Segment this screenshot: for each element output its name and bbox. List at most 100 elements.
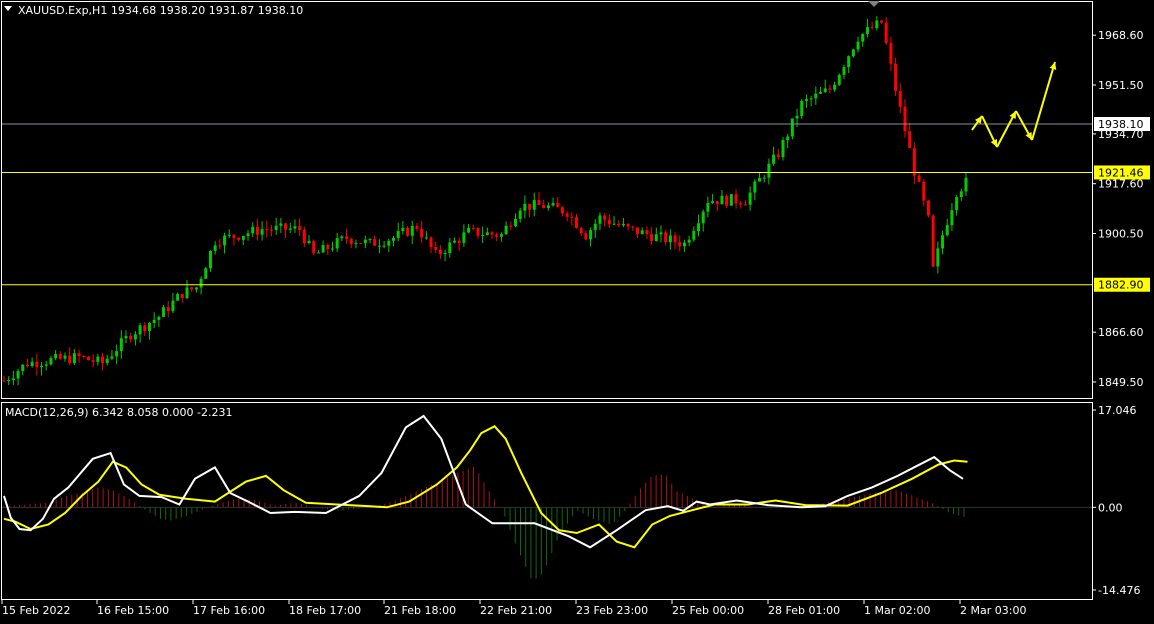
candle-body[interactable]	[743, 204, 747, 206]
candle-body[interactable]	[396, 231, 400, 238]
candle-body[interactable]	[598, 215, 602, 224]
candle-body[interactable]	[82, 356, 86, 358]
candle-body[interactable]	[326, 244, 330, 250]
candle-body[interactable]	[819, 92, 823, 94]
candle-body[interactable]	[795, 115, 799, 119]
candle-body[interactable]	[91, 360, 95, 362]
candle-body[interactable]	[556, 202, 560, 208]
candle-body[interactable]	[171, 300, 175, 312]
candle-body[interactable]	[2, 380, 6, 382]
candle-body[interactable]	[241, 236, 245, 240]
candle-body[interactable]	[715, 201, 719, 205]
candle-body[interactable]	[401, 227, 405, 232]
candle-body[interactable]	[204, 268, 208, 279]
candle-body[interactable]	[467, 227, 471, 233]
candle-body[interactable]	[626, 223, 630, 227]
candle-body[interactable]	[959, 191, 963, 198]
candle-body[interactable]	[809, 98, 813, 100]
candle-body[interactable]	[481, 235, 485, 237]
candle-body[interactable]	[180, 293, 184, 299]
candle-body[interactable]	[758, 178, 762, 182]
candle-body[interactable]	[63, 355, 67, 359]
candle-body[interactable]	[471, 227, 475, 229]
candle-body[interactable]	[640, 230, 644, 235]
candle-body[interactable]	[767, 163, 771, 178]
candle-body[interactable]	[138, 325, 142, 335]
candle-body[interactable]	[246, 233, 250, 237]
candle-body[interactable]	[697, 223, 701, 231]
candle-body[interactable]	[434, 247, 438, 250]
candle-body[interactable]	[391, 237, 395, 241]
candle-body[interactable]	[941, 235, 945, 249]
candle-body[interactable]	[748, 192, 752, 205]
candle-body[interactable]	[579, 228, 583, 234]
candle-body[interactable]	[682, 242, 686, 247]
candle-body[interactable]	[753, 181, 757, 193]
candle-body[interactable]	[40, 365, 44, 368]
candle-body[interactable]	[452, 240, 456, 243]
candle-body[interactable]	[584, 233, 588, 240]
candle-body[interactable]	[485, 232, 489, 236]
candle-body[interactable]	[678, 242, 682, 247]
candle-body[interactable]	[152, 319, 156, 323]
candle-body[interactable]	[298, 226, 302, 230]
candle-body[interactable]	[218, 245, 222, 247]
candle-body[interactable]	[21, 364, 25, 372]
candle-body[interactable]	[345, 236, 349, 239]
candle-body[interactable]	[237, 237, 241, 240]
candle-body[interactable]	[950, 210, 954, 226]
candle-body[interactable]	[293, 226, 297, 229]
candle-body[interactable]	[448, 242, 452, 254]
candle-body[interactable]	[166, 307, 170, 312]
candle-body[interactable]	[490, 232, 494, 235]
candle-body[interactable]	[865, 27, 869, 34]
candle-body[interactable]	[786, 136, 790, 141]
candle-body[interactable]	[199, 278, 203, 288]
candle-body[interactable]	[894, 63, 898, 92]
candle-body[interactable]	[842, 67, 846, 75]
candle-body[interactable]	[415, 225, 419, 229]
candle-body[interactable]	[884, 22, 888, 44]
candle-body[interactable]	[462, 232, 466, 243]
candle-body[interactable]	[701, 211, 705, 224]
candle-body[interactable]	[804, 99, 808, 101]
candle-body[interactable]	[725, 195, 729, 206]
candle-body[interactable]	[729, 194, 733, 206]
candle-body[interactable]	[354, 243, 358, 245]
candle-body[interactable]	[382, 245, 386, 247]
candle-body[interactable]	[964, 177, 968, 192]
candle-body[interactable]	[424, 237, 428, 239]
candle-body[interactable]	[190, 287, 194, 290]
candle-body[interactable]	[406, 227, 410, 236]
candle-body[interactable]	[664, 232, 668, 243]
candle-body[interactable]	[575, 217, 579, 229]
candle-body[interactable]	[711, 201, 715, 204]
candle-body[interactable]	[668, 235, 672, 243]
candle-body[interactable]	[44, 364, 48, 366]
candle-body[interactable]	[119, 338, 123, 352]
candle-body[interactable]	[790, 118, 794, 137]
candle-body[interactable]	[926, 200, 930, 216]
candle-body[interactable]	[945, 225, 949, 236]
candle-body[interactable]	[931, 215, 935, 267]
candle-body[interactable]	[889, 43, 893, 64]
candle-body[interactable]	[880, 20, 884, 23]
candle-body[interactable]	[495, 234, 499, 237]
candle-body[interactable]	[101, 356, 105, 364]
candle-body[interactable]	[560, 207, 564, 214]
candle-body[interactable]	[603, 215, 607, 220]
candle-body[interactable]	[208, 250, 212, 269]
candle-body[interactable]	[781, 140, 785, 158]
candle-body[interactable]	[546, 205, 550, 209]
candle-body[interactable]	[673, 235, 677, 243]
candle-body[interactable]	[908, 131, 912, 149]
candle-body[interactable]	[654, 234, 658, 241]
candle-body[interactable]	[875, 20, 879, 29]
candle-body[interactable]	[739, 203, 743, 205]
candle-body[interactable]	[607, 219, 611, 225]
candle-body[interactable]	[129, 335, 133, 340]
candle-body[interactable]	[903, 106, 907, 132]
candle-body[interactable]	[762, 177, 766, 179]
candle-body[interactable]	[551, 202, 555, 206]
candle-body[interactable]	[72, 353, 76, 364]
